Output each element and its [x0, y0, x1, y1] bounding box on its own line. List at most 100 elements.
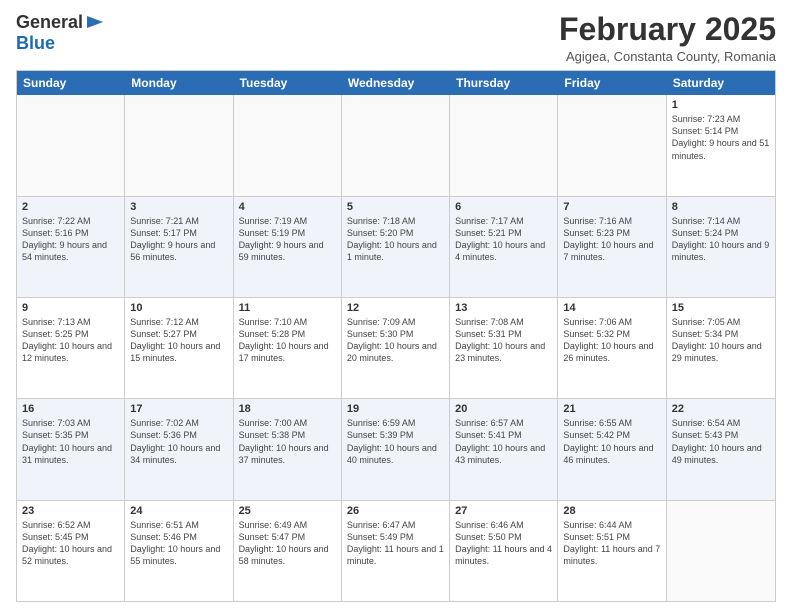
- day-info: Sunrise: 6:54 AM Sunset: 5:43 PM Dayligh…: [672, 417, 770, 466]
- calendar-day-cell: 11 Sunrise: 7:10 AM Sunset: 5:28 PM Dayli…: [234, 298, 342, 398]
- day-of-week-header: Sunday: [17, 71, 125, 95]
- day-info: Sunrise: 7:03 AM Sunset: 5:35 PM Dayligh…: [22, 417, 119, 466]
- day-number: 12: [347, 302, 444, 314]
- title-section: February 2025 Agigea, Constanta County, …: [559, 12, 776, 64]
- day-number: 13: [455, 302, 552, 314]
- day-info: Sunrise: 7:22 AM Sunset: 5:16 PM Dayligh…: [22, 215, 119, 264]
- logo-blue-text: Blue: [16, 33, 55, 54]
- day-info: Sunrise: 6:51 AM Sunset: 5:46 PM Dayligh…: [130, 519, 227, 568]
- day-number: 26: [347, 505, 444, 517]
- day-info: Sunrise: 7:00 AM Sunset: 5:38 PM Dayligh…: [239, 417, 336, 466]
- calendar-day-cell: 5Sunrise: 7:18 AM Sunset: 5:20 PM Daylig…: [342, 197, 450, 297]
- calendar-day-cell: 27Sunrise: 6:46 AM Sunset: 5:50 PM Dayli…: [450, 501, 558, 601]
- calendar-day-cell: 7 Sunrise: 7:16 AM Sunset: 5:23 PM Daylig…: [558, 197, 666, 297]
- day-info: Sunrise: 7:21 AM Sunset: 5:17 PM Dayligh…: [130, 215, 227, 264]
- day-info: Sunrise: 7:08 AM Sunset: 5:31 PM Dayligh…: [455, 316, 552, 365]
- day-number: 23: [22, 505, 119, 517]
- day-info: Sunrise: 6:49 AM Sunset: 5:47 PM Dayligh…: [239, 519, 336, 568]
- day-number: 17: [130, 403, 227, 415]
- day-number: 11: [239, 302, 336, 314]
- day-number: 2: [22, 201, 119, 213]
- location: Agigea, Constanta County, Romania: [559, 49, 776, 64]
- day-info: Sunrise: 7:13 AM Sunset: 5:25 PM Dayligh…: [22, 316, 119, 365]
- calendar-day-cell: 12 Sunrise: 7:09 AM Sunset: 5:30 PM Dayli…: [342, 298, 450, 398]
- calendar-body: 1 Sunrise: 7:23 AM Sunset: 5:14 PM Daylig…: [17, 95, 775, 601]
- logo-general-text: General: [16, 12, 83, 33]
- day-info: Sunrise: 7:16 AM Sunset: 5:23 PM Dayligh…: [563, 215, 660, 264]
- day-number: 19: [347, 403, 444, 415]
- day-number: 22: [672, 403, 770, 415]
- day-number: 10: [130, 302, 227, 314]
- calendar-week-row: 9Sunrise: 7:13 AM Sunset: 5:25 PM Daylig…: [17, 298, 775, 399]
- day-info: Sunrise: 7:23 AM Sunset: 5:14 PM Dayligh…: [672, 113, 770, 162]
- calendar-day-cell: 10 Sunrise: 7:12 AM Sunset: 5:27 PM Dayli…: [125, 298, 233, 398]
- day-number: 8: [672, 201, 770, 213]
- day-info: Sunrise: 7:05 AM Sunset: 5:34 PM Dayligh…: [672, 316, 770, 365]
- calendar-header: SundayMondayTuesdayWednesdayThursdayFrid…: [17, 71, 775, 95]
- calendar-day-cell: [667, 501, 775, 601]
- day-info: Sunrise: 7:09 AM Sunset: 5:30 PM Dayligh…: [347, 316, 444, 365]
- calendar-week-row: 23 Sunrise: 6:52 AM Sunset: 5:45 PM Dayli…: [17, 501, 775, 601]
- calendar-day-cell: 1 Sunrise: 7:23 AM Sunset: 5:14 PM Daylig…: [667, 95, 775, 195]
- calendar-day-cell: 25Sunrise: 6:49 AM Sunset: 5:47 PM Dayli…: [234, 501, 342, 601]
- day-number: 21: [563, 403, 660, 415]
- day-info: Sunrise: 7:12 AM Sunset: 5:27 PM Dayligh…: [130, 316, 227, 365]
- day-of-week-header: Thursday: [450, 71, 558, 95]
- calendar-day-cell: 16 Sunrise: 7:03 AM Sunset: 5:35 PM Dayli…: [17, 399, 125, 499]
- calendar: SundayMondayTuesdayWednesdayThursdayFrid…: [16, 70, 776, 602]
- calendar-day-cell: 4Sunrise: 7:19 AM Sunset: 5:19 PM Daylig…: [234, 197, 342, 297]
- logo: General Blue: [16, 12, 107, 54]
- day-of-week-header: Wednesday: [342, 71, 450, 95]
- day-info: Sunrise: 7:02 AM Sunset: 5:36 PM Dayligh…: [130, 417, 227, 466]
- calendar-day-cell: 17 Sunrise: 7:02 AM Sunset: 5:36 PM Dayli…: [125, 399, 233, 499]
- calendar-day-cell: 20 Sunrise: 6:57 AM Sunset: 5:41 PM Dayli…: [450, 399, 558, 499]
- calendar-day-cell: 14 Sunrise: 7:06 AM Sunset: 5:32 PM Dayli…: [558, 298, 666, 398]
- day-number: 1: [672, 99, 770, 111]
- calendar-day-cell: 13 Sunrise: 7:08 AM Sunset: 5:31 PM Dayli…: [450, 298, 558, 398]
- day-number: 15: [672, 302, 770, 314]
- month-title: February 2025: [559, 12, 776, 47]
- calendar-day-cell: 22 Sunrise: 6:54 AM Sunset: 5:43 PM Dayli…: [667, 399, 775, 499]
- calendar-week-row: 2 Sunrise: 7:22 AM Sunset: 5:16 PM Daylig…: [17, 197, 775, 298]
- header: General Blue February 2025 Agigea, Const…: [16, 12, 776, 64]
- calendar-week-row: 1 Sunrise: 7:23 AM Sunset: 5:14 PM Daylig…: [17, 95, 775, 196]
- day-number: 20: [455, 403, 552, 415]
- day-number: 16: [22, 403, 119, 415]
- day-number: 28: [563, 505, 660, 517]
- day-info: Sunrise: 7:10 AM Sunset: 5:28 PM Dayligh…: [239, 316, 336, 365]
- calendar-day-cell: [342, 95, 450, 195]
- day-info: Sunrise: 6:44 AM Sunset: 5:51 PM Dayligh…: [563, 519, 660, 568]
- day-info: Sunrise: 7:18 AM Sunset: 5:20 PM Dayligh…: [347, 215, 444, 264]
- day-number: 27: [455, 505, 552, 517]
- day-info: Sunrise: 6:52 AM Sunset: 5:45 PM Dayligh…: [22, 519, 119, 568]
- calendar-day-cell: [234, 95, 342, 195]
- calendar-day-cell: [17, 95, 125, 195]
- day-info: Sunrise: 6:47 AM Sunset: 5:49 PM Dayligh…: [347, 519, 444, 568]
- logo-flag-icon: [85, 14, 107, 32]
- calendar-day-cell: 24 Sunrise: 6:51 AM Sunset: 5:46 PM Dayli…: [125, 501, 233, 601]
- calendar-day-cell: 28 Sunrise: 6:44 AM Sunset: 5:51 PM Dayli…: [558, 501, 666, 601]
- calendar-day-cell: 9Sunrise: 7:13 AM Sunset: 5:25 PM Daylig…: [17, 298, 125, 398]
- page: General Blue February 2025 Agigea, Const…: [0, 0, 792, 612]
- day-number: 24: [130, 505, 227, 517]
- calendar-day-cell: 3Sunrise: 7:21 AM Sunset: 5:17 PM Daylig…: [125, 197, 233, 297]
- day-of-week-header: Tuesday: [234, 71, 342, 95]
- calendar-day-cell: 23 Sunrise: 6:52 AM Sunset: 5:45 PM Dayli…: [17, 501, 125, 601]
- calendar-day-cell: 15 Sunrise: 7:05 AM Sunset: 5:34 PM Dayli…: [667, 298, 775, 398]
- calendar-day-cell: [558, 95, 666, 195]
- day-info: Sunrise: 6:57 AM Sunset: 5:41 PM Dayligh…: [455, 417, 552, 466]
- calendar-day-cell: 19 Sunrise: 6:59 AM Sunset: 5:39 PM Dayli…: [342, 399, 450, 499]
- day-number: 7: [563, 201, 660, 213]
- day-of-week-header: Saturday: [667, 71, 775, 95]
- calendar-day-cell: 21 Sunrise: 6:55 AM Sunset: 5:42 PM Dayli…: [558, 399, 666, 499]
- day-info: Sunrise: 6:55 AM Sunset: 5:42 PM Dayligh…: [563, 417, 660, 466]
- calendar-day-cell: [125, 95, 233, 195]
- calendar-week-row: 16 Sunrise: 7:03 AM Sunset: 5:35 PM Dayli…: [17, 399, 775, 500]
- day-of-week-header: Friday: [558, 71, 666, 95]
- day-number: 6: [455, 201, 552, 213]
- day-number: 14: [563, 302, 660, 314]
- day-of-week-header: Monday: [125, 71, 233, 95]
- day-info: Sunrise: 7:06 AM Sunset: 5:32 PM Dayligh…: [563, 316, 660, 365]
- day-info: Sunrise: 6:59 AM Sunset: 5:39 PM Dayligh…: [347, 417, 444, 466]
- calendar-day-cell: 8Sunrise: 7:14 AM Sunset: 5:24 PM Daylig…: [667, 197, 775, 297]
